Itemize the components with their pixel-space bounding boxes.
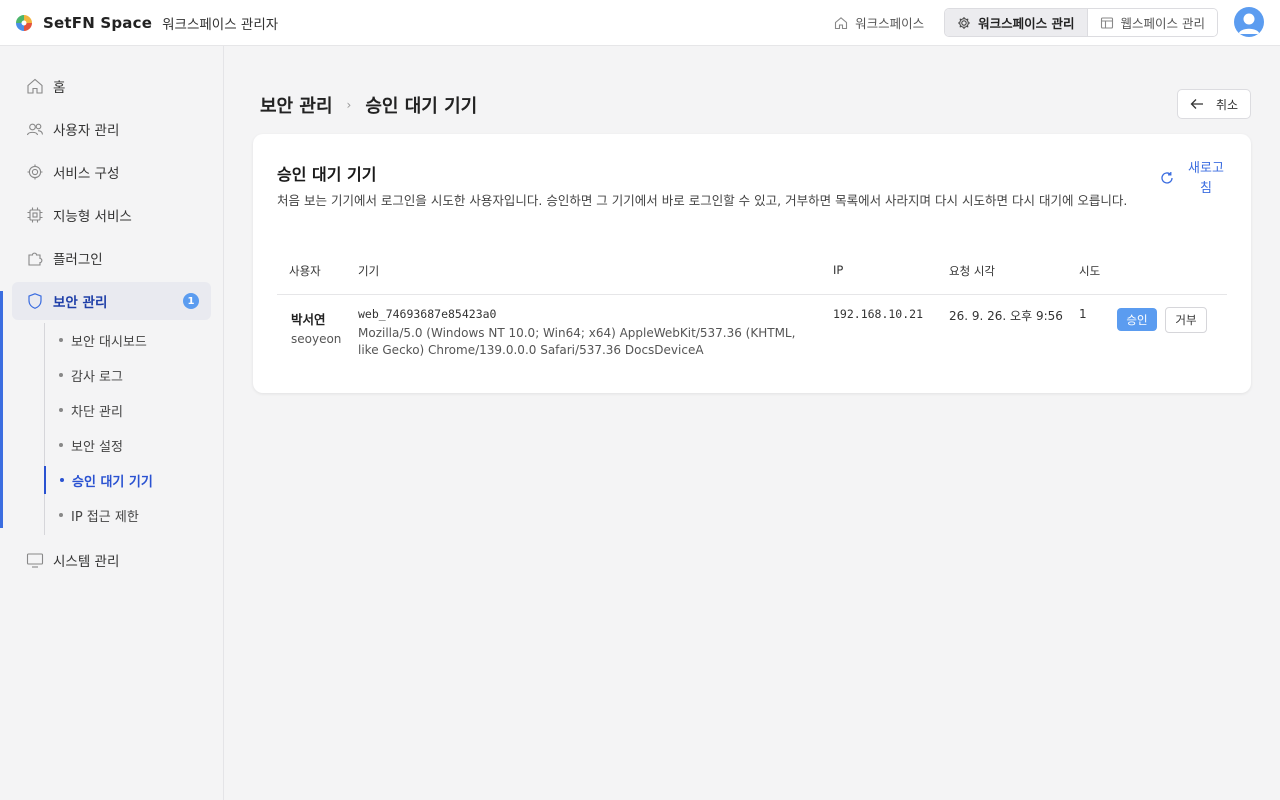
bullet-dot xyxy=(59,373,63,377)
submenu-ip-access-restriction[interactable]: IP 접근 제한 xyxy=(45,501,205,529)
breadcrumb: 보안 관리 › 승인 대기 기기 xyxy=(260,92,477,118)
cancel-button[interactable]: 취소 xyxy=(1177,89,1251,119)
arrow-left-icon xyxy=(1190,99,1203,109)
submenu-block-management[interactable]: 차단 관리 xyxy=(45,396,205,424)
card-description: 처음 보는 기기에서 로그인을 시도한 사용자입니다. 승인하면 그 기기에서 … xyxy=(277,193,1128,208)
sidebar-item-label: 시스템 관리 xyxy=(53,554,120,570)
sidebar-item-home[interactable]: 홈 xyxy=(12,67,211,105)
cell-requested-at: 26. 9. 26. 오후 9:56 xyxy=(949,309,1063,323)
sidebar-item-label: 사용자 관리 xyxy=(53,123,120,139)
sidebar-item-security[interactable]: 보안 관리 1 xyxy=(12,282,211,320)
monitor-icon xyxy=(26,553,44,568)
chip-icon xyxy=(27,207,43,223)
submenu-label: 승인 대기 기기 xyxy=(72,474,153,490)
bullet-dot xyxy=(59,513,63,517)
user-agent: Mozilla/5.0 (Windows NT 10.0; Win64; x64… xyxy=(358,326,796,357)
top-nav: 워크스페이스 워크스페이스 관리 웹스페이스 관리 xyxy=(822,8,1218,37)
users-icon xyxy=(26,123,44,136)
bullet-dot xyxy=(59,443,63,447)
bullet-dot xyxy=(60,478,64,482)
layout-icon xyxy=(1100,16,1113,29)
nav-workspace-admin[interactable]: 워크스페이스 관리 xyxy=(945,9,1088,36)
column-header-ip: IP xyxy=(833,263,844,277)
column-header-user: 사용자 xyxy=(289,264,321,278)
sidebar: 홈 사용자 관리 서비스 구성 지능형 서비스 플러그인 보안 관리 1 보안 … xyxy=(0,46,224,800)
user-avatar[interactable] xyxy=(1234,7,1264,37)
column-header-requested-at: 요청 시각 xyxy=(949,264,995,278)
submenu-audit-log[interactable]: 감사 로그 xyxy=(45,361,205,389)
refresh-icon xyxy=(1161,172,1173,184)
column-header-device: 기기 xyxy=(358,264,380,278)
bullet-dot xyxy=(59,338,63,342)
sidebar-item-label: 홈 xyxy=(53,80,66,96)
sidebar-item-intelligent-service[interactable]: 지능형 서비스 xyxy=(12,196,211,234)
pending-devices-card: 승인 대기 기기 처음 보는 기기에서 로그인을 시도한 사용자입니다. 승인하… xyxy=(253,134,1251,393)
submenu-security-dashboard[interactable]: 보안 대시보드 xyxy=(45,326,205,354)
approve-button[interactable]: 승인 xyxy=(1117,308,1157,331)
user-avatar-icon xyxy=(1238,13,1260,34)
user-id: seoyeon xyxy=(291,332,342,346)
submenu-label: 보안 설정 xyxy=(71,439,123,455)
submenu-pending-devices[interactable]: 승인 대기 기기 xyxy=(44,466,204,494)
cell-device: web_74693687e85423a0 Mozilla/5.0 (Window… xyxy=(358,307,816,359)
submenu-security-settings[interactable]: 보안 설정 xyxy=(45,431,205,459)
sidebar-item-label: 서비스 구성 xyxy=(53,166,120,182)
cell-attempts: 1 xyxy=(1079,307,1087,321)
puzzle-icon xyxy=(28,252,43,266)
sidebar-item-label: 지능형 서비스 xyxy=(53,209,132,225)
user-name: 박서연 xyxy=(291,312,326,327)
submenu-label: 차단 관리 xyxy=(71,404,123,420)
sidebar-item-label: 보안 관리 xyxy=(53,295,108,311)
brand[interactable]: SetFN Space 워크스페이스 관리자 xyxy=(15,13,278,33)
sidebar-item-plugins[interactable]: 플러그인 xyxy=(12,239,211,277)
brand-logo-icon xyxy=(16,14,32,31)
cell-ip: 192.168.10.21 xyxy=(833,307,924,321)
submenu-label: 보안 대시보드 xyxy=(71,334,147,350)
device-id: web_74693687e85423a0 xyxy=(358,307,497,321)
refresh-label: 새로고침 xyxy=(1188,161,1224,196)
shield-icon xyxy=(28,293,42,309)
sidebar-item-system[interactable]: 시스템 관리 xyxy=(12,541,211,579)
nav-webspace-admin[interactable]: 웹스페이스 관리 xyxy=(1087,9,1217,36)
nav-webspace-admin-label: 웹스페이스 관리 xyxy=(1120,16,1205,31)
nav-workspace[interactable]: 워크스페이스 xyxy=(822,9,936,37)
nav-workspace-label: 워크스페이스 xyxy=(855,16,925,31)
submenu-label: IP 접근 제한 xyxy=(71,509,139,525)
sidebar-item-service-config[interactable]: 서비스 구성 xyxy=(12,153,211,191)
active-group-accent xyxy=(0,291,3,528)
brand-name: SetFN Space xyxy=(43,13,153,32)
column-header-attempts: 시도 xyxy=(1079,264,1101,278)
gear-icon xyxy=(958,16,971,29)
submenu-label: 감사 로그 xyxy=(71,369,123,385)
nav-workspace-admin-label: 워크스페이스 관리 xyxy=(978,16,1075,31)
breadcrumb-parent[interactable]: 보안 관리 xyxy=(260,92,333,118)
admin-segment: 워크스페이스 관리 웹스페이스 관리 xyxy=(944,8,1218,37)
refresh-button[interactable]: 새로고침 xyxy=(1160,159,1226,199)
table-header-divider xyxy=(277,294,1227,295)
home-icon xyxy=(27,78,43,94)
cancel-label: 취소 xyxy=(1215,97,1239,112)
brand-subtitle: 워크스페이스 관리자 xyxy=(162,16,279,33)
bullet-dot xyxy=(59,408,63,412)
security-count-badge: 1 xyxy=(183,293,199,309)
reject-button[interactable]: 거부 xyxy=(1165,307,1207,333)
breadcrumb-current: 승인 대기 기기 xyxy=(365,96,478,117)
security-submenu: 보안 대시보드 감사 로그 차단 관리 보안 설정 승인 대기 기기 IP 접근… xyxy=(44,323,204,535)
card-title: 승인 대기 기기 xyxy=(277,165,377,184)
cell-user: 박서연 seoyeon xyxy=(291,309,341,346)
top-bar: SetFN Space 워크스페이스 관리자 워크스페이스 워크스페이스 관리 … xyxy=(0,0,1280,46)
gear-icon xyxy=(27,164,43,180)
chevron-right-icon: › xyxy=(346,98,352,112)
sidebar-item-label: 플러그인 xyxy=(53,252,103,268)
home-icon xyxy=(835,16,848,29)
sidebar-item-users[interactable]: 사용자 관리 xyxy=(12,110,211,148)
